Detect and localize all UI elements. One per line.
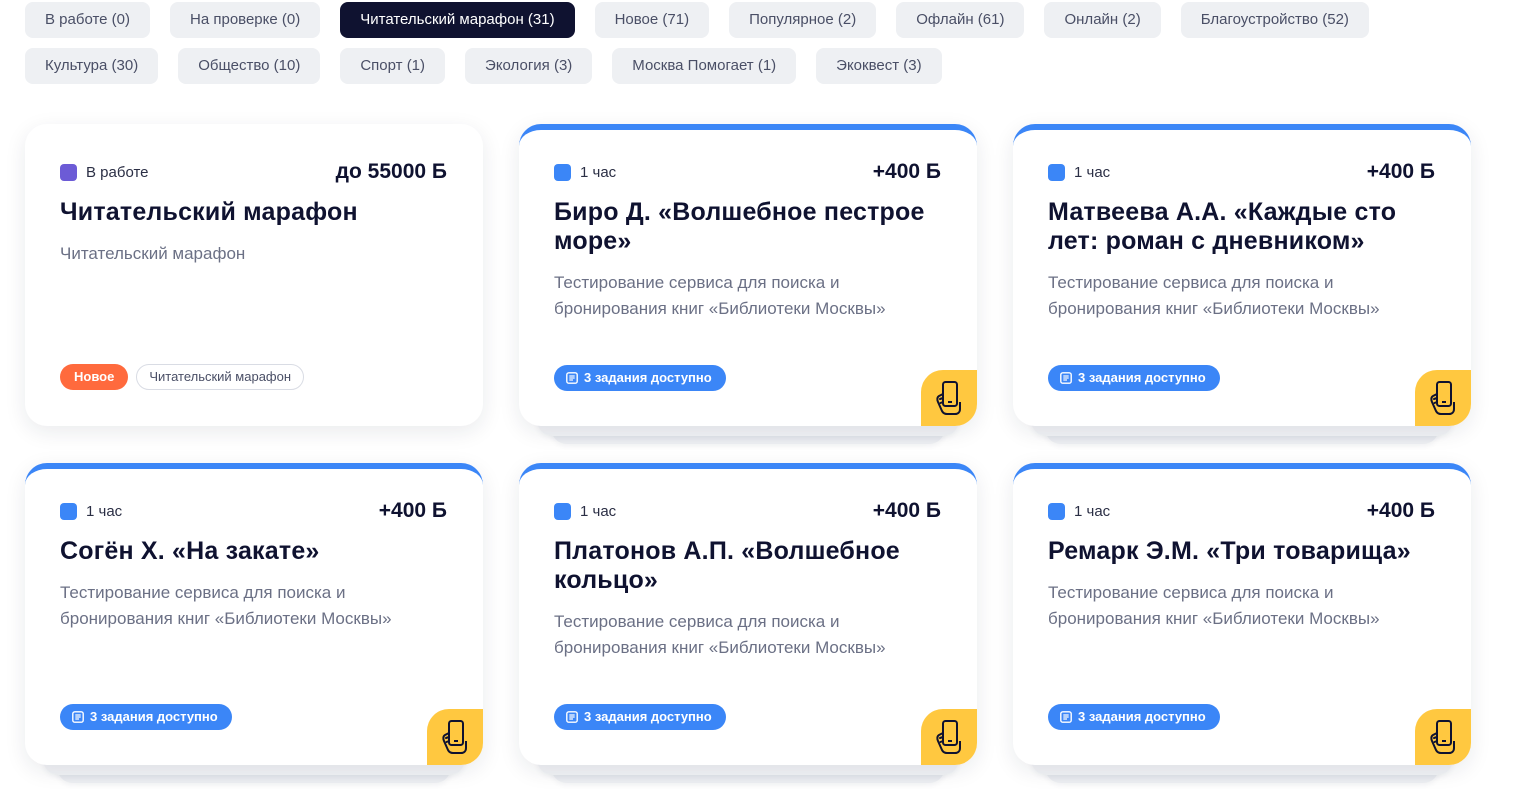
card-duration: 1 час (86, 502, 123, 520)
task-card-wrapper: 1 час +400 Б Матвеева А.А. «Каждые сто л… (1013, 124, 1471, 444)
tasks-available-label: 3 задания доступно (1078, 370, 1206, 385)
card-title: Платонов А.П. «Волшебное кольцо» (554, 537, 900, 594)
card-title: Биро Д. «Волшебное пестрое море» (554, 198, 925, 255)
filter-chip-popular[interactable]: Популярное (2) (729, 2, 877, 38)
card-points: +400 Б (1366, 499, 1435, 522)
task-card[interactable]: 1 час +400 Б Согён Х. «На закате» Тестир… (25, 463, 483, 765)
filter-chip-reading-marathon[interactable]: Читательский марафон (31) (340, 2, 575, 38)
filter-chip-improvement[interactable]: Благоустройство (52) (1180, 2, 1369, 38)
card-description: Читательский марафон (60, 244, 246, 263)
card-points: +400 Б (872, 160, 941, 183)
list-icon (566, 372, 578, 384)
filter-chip-moscow-helps[interactable]: Москва Помогает (1) (612, 48, 797, 84)
list-icon (566, 711, 578, 723)
filter-row-2: Культура (30) Общество (10) Спорт (1) Эк… (25, 48, 1505, 84)
task-card[interactable]: В работе до 55000 Б Читательский марафон… (25, 124, 483, 426)
new-badge: Новое (60, 364, 129, 390)
category-tag[interactable]: Читательский марафон (136, 364, 305, 390)
tasks-available-badge: 3 задания доступно (1048, 704, 1220, 730)
card-description: Тестирование сервиса для поиска и бронир… (554, 612, 886, 657)
task-card-wrapper: 1 час +400 Б Ремарк Э.М. «Три товарища» … (1013, 463, 1471, 783)
tasks-available-badge: 3 задания доступно (60, 704, 232, 730)
filter-chip-culture[interactable]: Культура (30) (25, 48, 159, 84)
tasks-available-label: 3 задания доступно (584, 709, 712, 724)
filter-chip-society[interactable]: Общество (10) (178, 48, 321, 84)
task-card-wrapper: 1 час +400 Б Платонов А.П. «Волшебное ко… (519, 463, 977, 783)
phone-in-hand-icon (427, 709, 483, 765)
task-card[interactable]: 1 час +400 Б Платонов А.П. «Волшебное ко… (519, 463, 977, 765)
task-card-wrapper: 1 час +400 Б Биро Д. «Волшебное пестрое … (519, 124, 977, 444)
tasks-available-badge: 3 задания доступно (1048, 365, 1220, 391)
card-duration: 1 час (580, 163, 617, 181)
filter-chip-ecoquest[interactable]: Экоквест (3) (816, 48, 942, 84)
list-icon (1060, 372, 1072, 384)
filter-chip-in-progress[interactable]: В работе (0) (25, 2, 151, 38)
phone-in-hand-icon (921, 370, 977, 426)
list-icon (1060, 711, 1072, 723)
filter-chip-ecology[interactable]: Экология (3) (465, 48, 593, 84)
card-points: +400 Б (378, 499, 447, 522)
phone-in-hand-icon (921, 709, 977, 765)
tasks-available-badge: 3 задания доступно (554, 704, 726, 730)
blue-square-icon (554, 502, 571, 520)
tasks-available-label: 3 задания доступно (584, 370, 712, 385)
card-description: Тестирование сервиса для поиска и бронир… (60, 583, 392, 628)
task-card-wrapper: В работе до 55000 Б Читательский марафон… (25, 124, 483, 426)
card-title: Матвеева А.А. «Каждые сто лет: роман с д… (1048, 198, 1397, 255)
card-points: до 55000 Б (335, 160, 447, 183)
card-points: +400 Б (1366, 160, 1435, 183)
filter-chip-new[interactable]: Новое (71) (594, 2, 710, 38)
task-card[interactable]: 1 час +400 Б Биро Д. «Волшебное пестрое … (519, 124, 977, 426)
blue-square-icon (1048, 163, 1065, 181)
card-duration: 1 час (1074, 163, 1111, 181)
tasks-available-label: 3 задания доступно (90, 709, 218, 724)
list-icon (72, 711, 84, 723)
filter-bar: В работе (0) На проверке (0) Читательски… (25, 2, 1505, 94)
card-duration: 1 час (580, 502, 617, 520)
tasks-available-label: 3 задания доступно (1078, 709, 1206, 724)
card-title: Читательский марафон (60, 198, 358, 226)
card-description: Тестирование сервиса для поиска и бронир… (1048, 583, 1380, 628)
card-description: Тестирование сервиса для поиска и бронир… (554, 273, 886, 318)
blue-square-icon (554, 163, 571, 181)
card-status: В работе (86, 163, 149, 181)
filter-chip-sport[interactable]: Спорт (1) (340, 48, 446, 84)
card-duration: 1 час (1074, 502, 1111, 520)
phone-in-hand-icon (1415, 709, 1471, 765)
card-title: Согён Х. «На закате» (60, 537, 320, 565)
purple-square-icon (60, 163, 77, 181)
card-description: Тестирование сервиса для поиска и бронир… (1048, 273, 1380, 318)
filter-chip-online[interactable]: Онлайн (2) (1044, 2, 1161, 38)
tasks-available-badge: 3 задания доступно (554, 365, 726, 391)
card-points: +400 Б (872, 499, 941, 522)
blue-square-icon (1048, 502, 1065, 520)
card-title: Ремарк Э.М. «Три товарища» (1048, 537, 1411, 565)
task-card-wrapper: 1 час +400 Б Согён Х. «На закате» Тестир… (25, 463, 483, 783)
task-card[interactable]: 1 час +400 Б Матвеева А.А. «Каждые сто л… (1013, 124, 1471, 426)
task-card[interactable]: 1 час +400 Б Ремарк Э.М. «Три товарища» … (1013, 463, 1471, 765)
filter-chip-on-review[interactable]: На проверке (0) (170, 2, 321, 38)
blue-square-icon (60, 502, 77, 520)
filter-row-1: В работе (0) На проверке (0) Читательски… (25, 2, 1505, 38)
phone-in-hand-icon (1415, 370, 1471, 426)
filter-chip-offline[interactable]: Офлайн (61) (896, 2, 1025, 38)
